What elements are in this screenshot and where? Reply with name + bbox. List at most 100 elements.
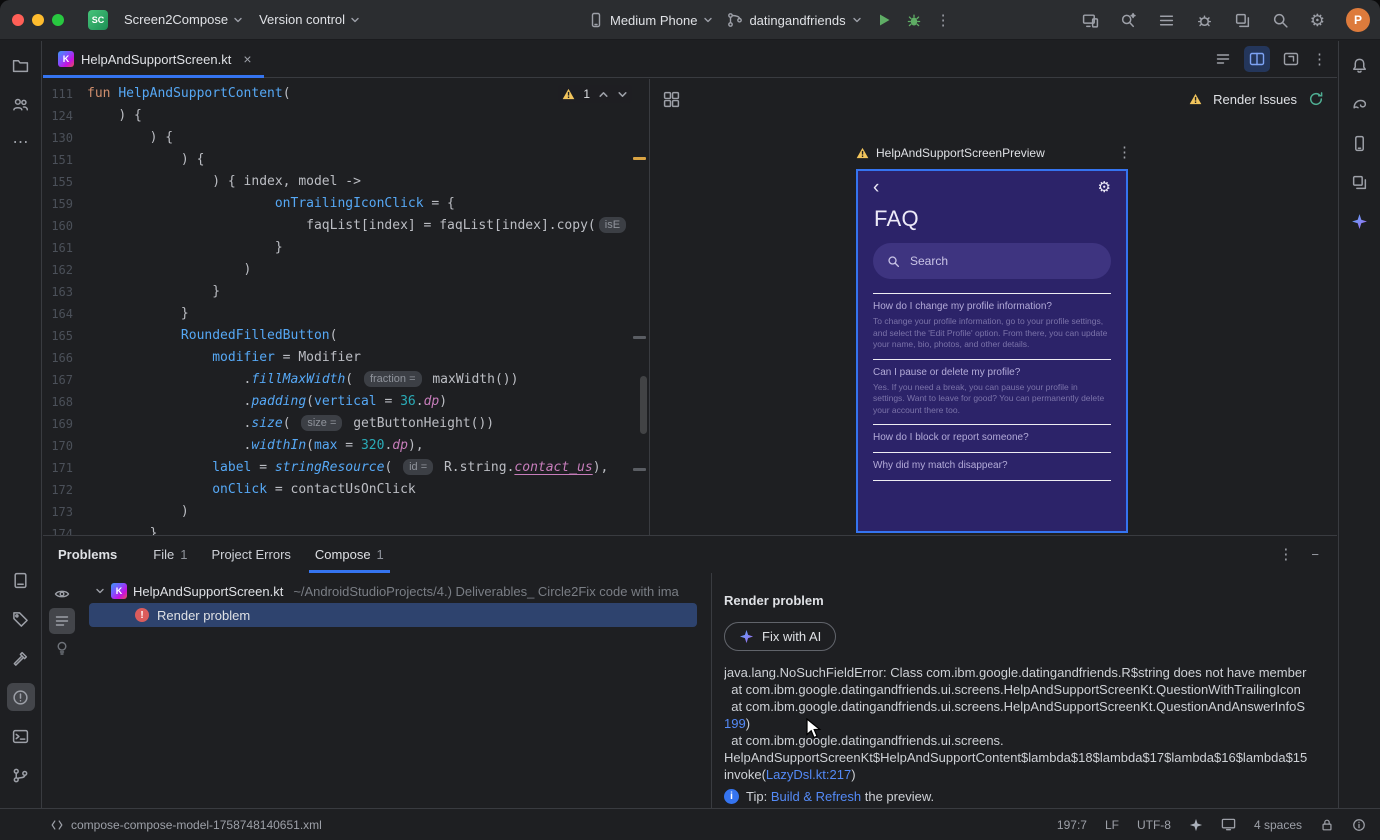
version-control-tool-button[interactable] <box>7 761 35 789</box>
line-number[interactable]: 164 <box>43 303 87 325</box>
stack-link[interactable]: 199 <box>724 716 746 731</box>
faq-question[interactable]: How do I block or report someone? <box>873 432 1111 443</box>
ai-status-sparkle-icon[interactable] <box>1189 818 1203 832</box>
fix-with-ai-button[interactable]: Fix with AI <box>724 622 837 651</box>
split-view-button[interactable] <box>1244 46 1270 72</box>
line-number[interactable]: 155 <box>43 171 87 193</box>
stack-link[interactable]: LazyDsl.kt:217 <box>766 767 851 782</box>
indent-widget[interactable]: 4 spaces <box>1254 818 1302 832</box>
code-editor[interactable]: 111 fun HelpAndSupportContent(124 ) {130 … <box>43 79 648 535</box>
line-number[interactable]: 170 <box>43 435 87 457</box>
refresh-icon[interactable] <box>1308 91 1324 107</box>
resource-manager-tool-button[interactable] <box>1346 168 1374 196</box>
previous-problem-icon[interactable] <box>598 89 609 100</box>
code-line[interactable]: 173 ) <box>43 501 648 523</box>
faq-search-bar[interactable]: Search <box>873 243 1111 279</box>
panel-options-menu[interactable]: ⋮ <box>1278 547 1293 562</box>
more-actions-menu[interactable]: ⋮ <box>936 13 951 28</box>
inspections-status-icon[interactable] <box>1352 818 1366 832</box>
preview-layout-grid-icon[interactable] <box>663 91 680 108</box>
user-avatar[interactable]: P <box>1346 8 1370 32</box>
code-line[interactable]: 171 label = stringResource( id = R.strin… <box>43 457 648 479</box>
code-line[interactable]: 166 modifier = Modifier <box>43 347 648 369</box>
group-problems-button[interactable] <box>49 608 75 634</box>
build-tool-button[interactable] <box>7 644 35 672</box>
tab-compose[interactable]: Compose 1 <box>303 536 396 573</box>
line-number[interactable]: 124 <box>43 105 87 127</box>
tab-file[interactable]: File 1 <box>141 536 199 573</box>
encoding-widget[interactable]: UTF-8 <box>1137 818 1171 832</box>
next-problem-icon[interactable] <box>617 89 628 100</box>
line-number[interactable]: 130 <box>43 127 87 149</box>
gemini-tool-button[interactable] <box>1346 207 1374 235</box>
debug-button[interactable] <box>906 12 922 28</box>
code-line[interactable]: 174 } <box>43 523 648 535</box>
faq-question[interactable]: Why did my match disappear? <box>873 460 1111 471</box>
faq-question[interactable]: How do I change my profile information? <box>873 301 1111 312</box>
render-issues-widget[interactable]: Render Issues <box>1189 91 1324 107</box>
code-line[interactable]: 163 } <box>43 281 648 303</box>
line-number[interactable]: 159 <box>43 193 87 215</box>
editor-tab[interactable]: K HelpAndSupportScreen.kt × <box>43 41 264 78</box>
code-view-button[interactable] <box>1210 46 1236 72</box>
code-line[interactable]: 167 .fillMaxWidth( fraction = maxWidth()… <box>43 369 648 391</box>
settings-gear-icon[interactable]: ⚙ <box>1310 12 1325 29</box>
code-line[interactable]: 155 ) { index, model -> <box>43 171 648 193</box>
code-line[interactable]: 169 .size( size = getButtonHeight()) <box>43 413 648 435</box>
logcat-tool-button[interactable] <box>7 566 35 594</box>
running-devices-icon[interactable] <box>1234 12 1251 29</box>
code-line[interactable]: 111 fun HelpAndSupportContent( <box>43 83 648 105</box>
search-icon[interactable] <box>1272 12 1289 29</box>
preview-options-menu[interactable]: ⋮ <box>1117 145 1132 160</box>
run-configuration-selector[interactable]: datingandfriends <box>727 12 861 28</box>
collaborators-tool-button[interactable] <box>7 90 35 118</box>
version-control-menu[interactable]: Version control <box>259 12 360 27</box>
line-number[interactable]: 174 <box>43 523 87 535</box>
line-number[interactable]: 165 <box>43 325 87 347</box>
line-number[interactable]: 173 <box>43 501 87 523</box>
tab-project-errors[interactable]: Project Errors <box>199 536 302 573</box>
device-selector[interactable]: Medium Phone <box>588 12 713 28</box>
lock-icon[interactable] <box>1320 818 1334 832</box>
code-line[interactable]: 151 ) { <box>43 149 648 171</box>
profiler-icon[interactable] <box>1196 12 1213 29</box>
code-line[interactable]: 159 onTrailingIconClick = { <box>43 193 648 215</box>
line-number[interactable]: 172 <box>43 479 87 501</box>
minimize-window-button[interactable] <box>32 13 44 26</box>
code-line[interactable]: 160 faqList[index] = faqList[index].copy… <box>43 215 648 237</box>
build-refresh-link[interactable]: Build & Refresh <box>771 789 861 804</box>
settings-gear-icon[interactable]: ⚙ <box>1098 180 1111 195</box>
design-view-button[interactable] <box>1278 46 1304 72</box>
zoom-window-button[interactable] <box>52 13 64 26</box>
line-number[interactable]: 168 <box>43 391 87 413</box>
code-line[interactable]: 161 } <box>43 237 648 259</box>
project-menu[interactable]: Screen2Compose <box>124 12 243 27</box>
status-file[interactable]: compose-compose-model-1758748140651.xml <box>50 818 322 832</box>
line-number[interactable]: 162 <box>43 259 87 281</box>
stripe-mark[interactable] <box>633 468 646 471</box>
status-monitor-icon[interactable] <box>1221 817 1236 832</box>
line-number[interactable]: 151 <box>43 149 87 171</box>
line-number[interactable]: 111 <box>43 83 87 105</box>
more-tool-windows-button[interactable]: ⋯ <box>7 129 35 157</box>
close-tab-icon[interactable]: × <box>243 51 251 67</box>
line-number[interactable]: 167 <box>43 369 87 391</box>
code-line[interactable]: 165 RoundedFilledButton( <box>43 325 648 347</box>
preview-problem-button[interactable] <box>49 581 75 607</box>
warning-stripe-mark[interactable] <box>633 157 646 160</box>
hide-panel-button[interactable]: − <box>1311 547 1319 562</box>
caret-position-widget[interactable]: 197:7 <box>1057 818 1087 832</box>
code-line[interactable]: 164 } <box>43 303 648 325</box>
terminal-tool-button[interactable] <box>7 722 35 750</box>
line-number[interactable]: 169 <box>43 413 87 435</box>
faq-question[interactable]: Can I pause or delete my profile? <box>873 367 1111 378</box>
line-ending-widget[interactable]: LF <box>1105 818 1119 832</box>
tree-problem-row[interactable]: ! Render problem <box>81 603 711 627</box>
ai-search-icon[interactable] <box>1120 12 1137 29</box>
code-line[interactable]: 170 .widthIn(max = 320.dp), <box>43 435 648 457</box>
editor-options-menu[interactable]: ⋮ <box>1312 52 1327 67</box>
close-window-button[interactable] <box>12 13 24 26</box>
line-number[interactable]: 161 <box>43 237 87 259</box>
code-line[interactable]: 168 .padding(vertical = 36.dp) <box>43 391 648 413</box>
preview-card-header[interactable]: HelpAndSupportScreenPreview ⋮ <box>856 145 1132 160</box>
